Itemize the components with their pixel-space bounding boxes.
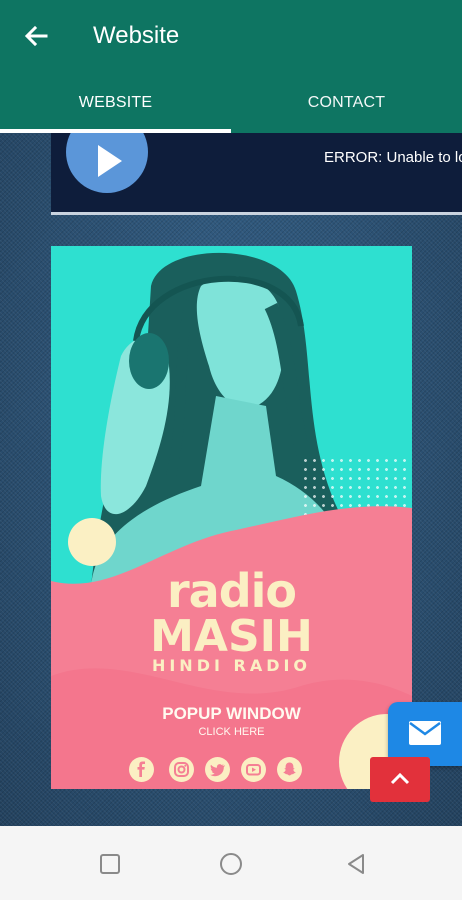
banner-subtitle: HINDI RADIO	[151, 656, 312, 675]
play-button[interactable]	[66, 133, 148, 193]
page-title: Website	[93, 22, 180, 49]
player-status: ERROR: Unable to lo	[324, 149, 462, 166]
mail-icon	[409, 721, 441, 745]
radio-player: ERROR: Unable to lo	[51, 133, 462, 215]
popup-window-link[interactable]: POPUP WINDOW	[51, 704, 412, 724]
scroll-to-top-button[interactable]	[370, 757, 430, 802]
instagram-icon[interactable]	[169, 757, 194, 782]
snapchat-icon[interactable]	[277, 757, 302, 782]
tab-contact[interactable]: CONTACT	[231, 75, 462, 133]
webview-content[interactable]: ERROR: Unable to lo radio MASIH HINDI RA…	[0, 133, 462, 826]
chevron-up-icon	[390, 772, 410, 785]
banner-title-masih: MASIH	[150, 611, 313, 662]
twitter-icon[interactable]	[205, 757, 230, 782]
system-nav-bar	[0, 826, 462, 900]
social-links	[129, 757, 329, 783]
back-arrow-icon[interactable]	[22, 22, 50, 50]
play-icon	[98, 145, 122, 177]
home-circle-icon[interactable]	[219, 852, 243, 876]
back-triangle-icon[interactable]	[344, 852, 368, 876]
tab-website[interactable]: WEBSITE	[0, 75, 231, 133]
popup-window-banner[interactable]: radio MASIH HINDI RADIO POPUP WINDOW CLI…	[51, 246, 412, 789]
click-here-text: CLICK HERE	[198, 726, 265, 738]
tab-bar: WEBSITE CONTACT	[0, 75, 462, 133]
youtube-icon[interactable]	[241, 757, 266, 782]
banner-title-radio: radio	[166, 564, 297, 618]
recents-square-icon[interactable]	[98, 852, 122, 876]
decorative-circle	[68, 518, 116, 566]
facebook-icon[interactable]	[129, 757, 154, 782]
app-bar: Website	[0, 0, 462, 75]
